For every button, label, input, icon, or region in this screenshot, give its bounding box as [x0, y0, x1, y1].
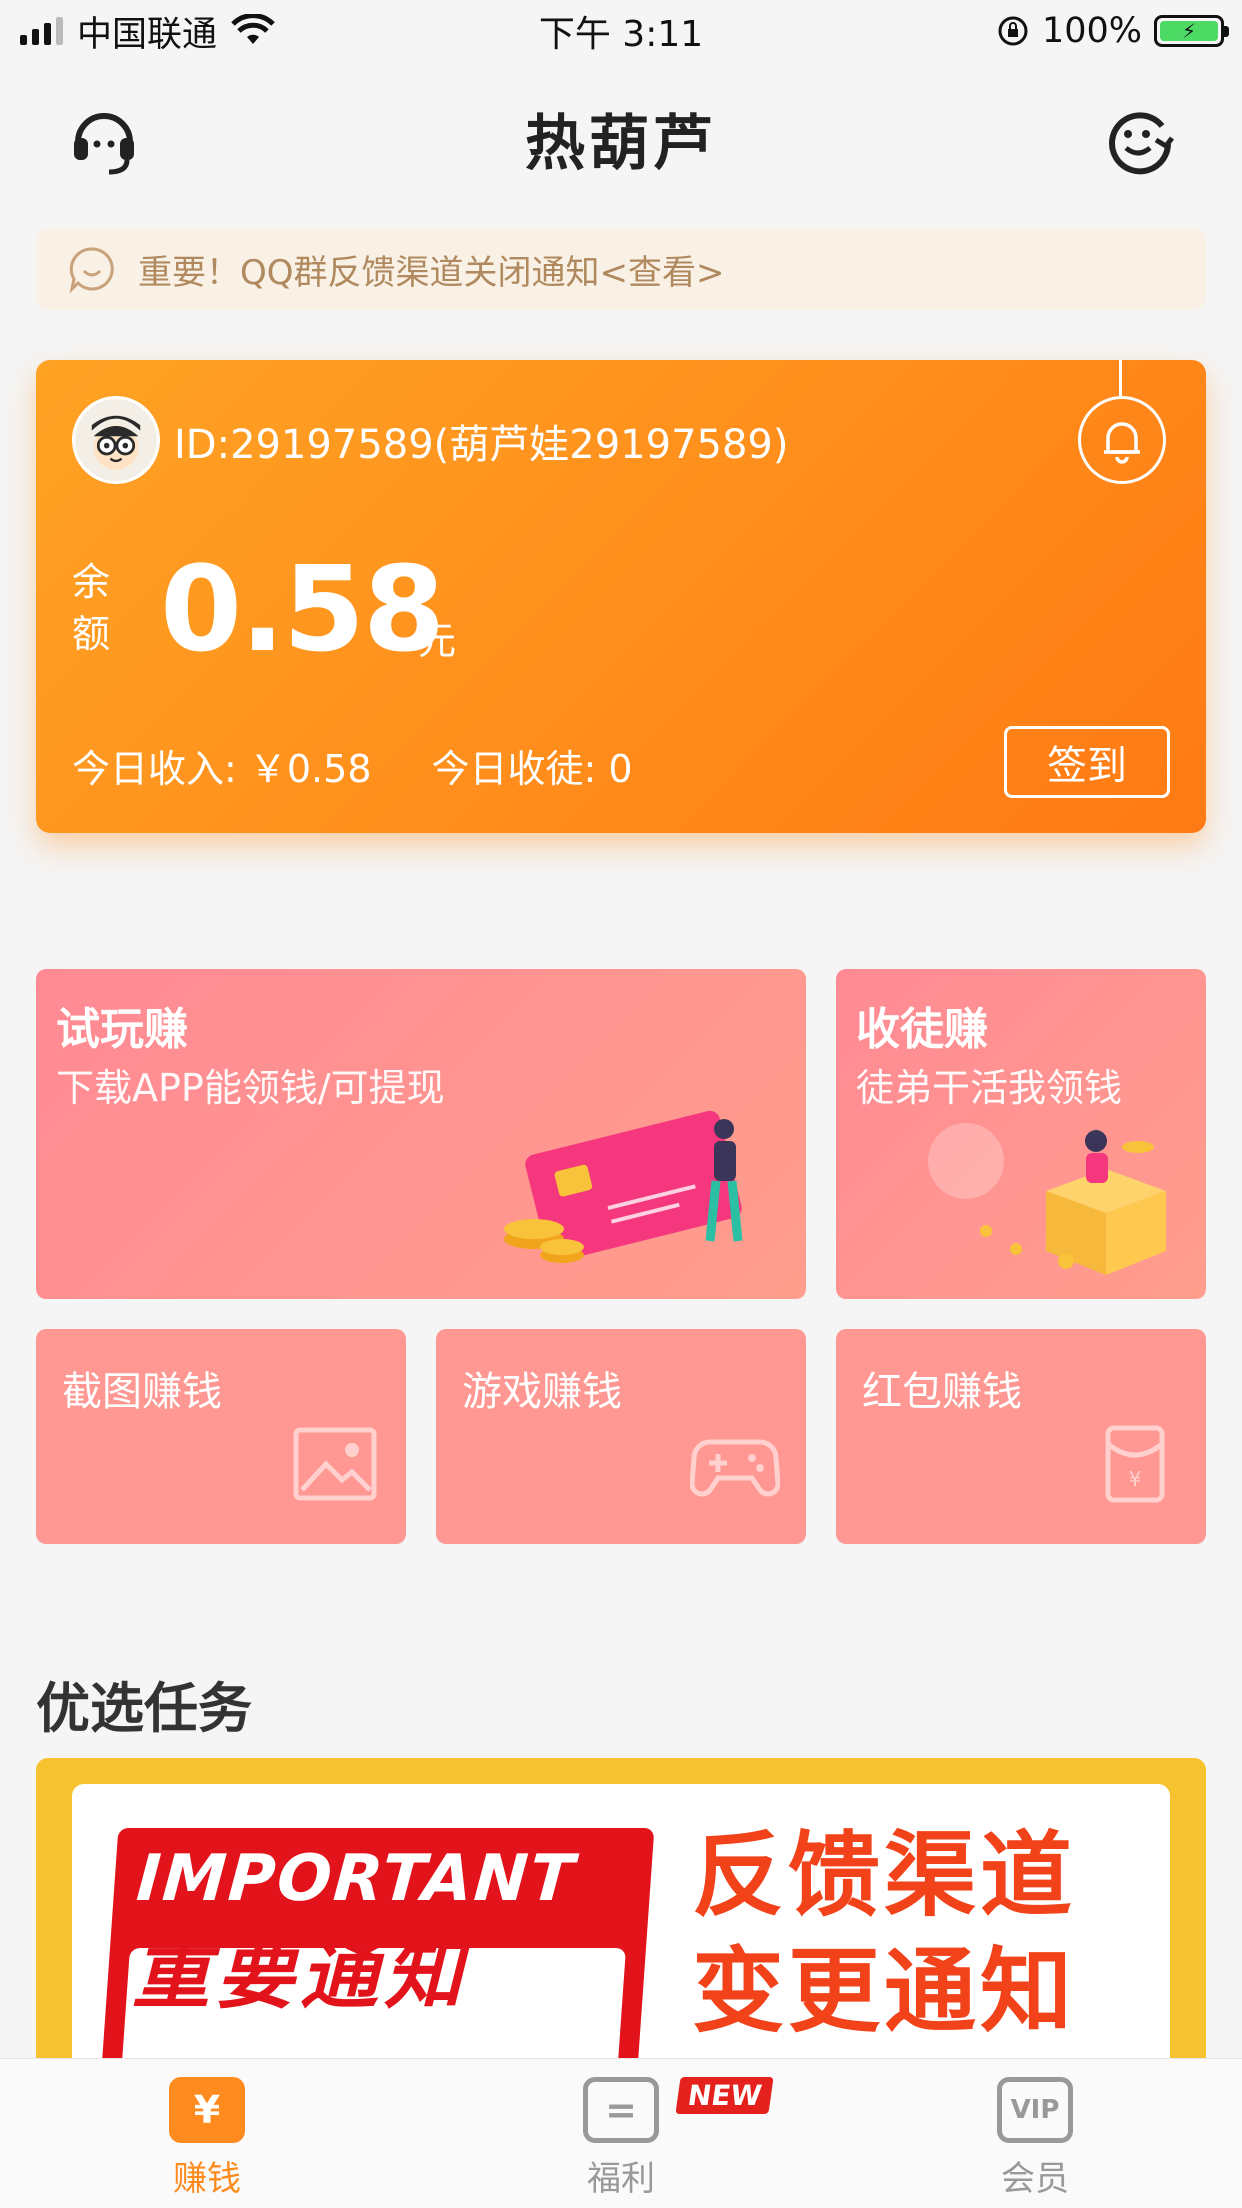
today-income: 今日收入: ￥0.58 [72, 747, 372, 791]
important-word: IMPORTANT [134, 1842, 579, 1916]
screenshot-earn-title: 截图赚钱 [62, 1369, 222, 1415]
status-bar: 中国联通 下午 3:11 100% ⚡ [0, 0, 1242, 62]
tab-welfare[interactable]: = NEW 福利 [414, 2059, 828, 2208]
banner-line-1: 反馈渠道 [692, 1822, 1077, 1929]
tab-earn-label: 赚钱 [173, 2159, 241, 2199]
avatar[interactable] [72, 396, 160, 484]
card-illustration [504, 1110, 743, 1263]
banner-content: IMPORTANT 重要通知 反馈渠道 变更通知 [72, 1784, 1170, 2058]
banner-headline: 反馈渠道 变更通知 [692, 1818, 1076, 2050]
trial-earn-subtitle: 下载APP能领钱/可提现 [56, 1066, 445, 1110]
trial-earn-title: 试玩赚 [56, 1004, 188, 1055]
tab-vip-label: 会员 [1001, 2159, 1069, 2199]
game-earn-title: 游戏赚钱 [462, 1369, 622, 1415]
tab-earn[interactable]: ¥ 赚钱 [0, 2059, 414, 2208]
today-stats: 今日收入: ￥0.58 今日收徒: 0 [72, 738, 633, 793]
banner-line-2: 变更通知 [692, 1938, 1077, 2045]
status-left: 中国联通 [20, 6, 275, 57]
user-id: ID:29197589(葫芦娃29197589) [174, 422, 789, 468]
bell-string [1119, 360, 1122, 396]
recruit-earn-tile[interactable]: 收徒赚 徒弟干活我领钱 [836, 969, 1206, 1299]
carrier-label: 中国联通 [77, 14, 218, 55]
trial-earn-tile[interactable]: 试玩赚 下载APP能领钱/可提现 [36, 969, 806, 1299]
checkin-button[interactable]: 签到 [1004, 726, 1170, 798]
notice-text: 重要！QQ群反馈渠道关闭通知<查看> [138, 252, 725, 293]
tab-vip[interactable]: VIP 会员 [828, 2059, 1242, 2208]
balance-value: 0.58 [160, 540, 445, 678]
new-badge: NEW [675, 2077, 775, 2114]
vip-icon: VIP [997, 2077, 1073, 2143]
tab-welfare-label: 福利 [587, 2159, 655, 2199]
svg-text:¥: ¥ [1129, 1467, 1142, 1491]
gamepad-icon [690, 1439, 780, 1497]
headset-icon[interactable] [66, 100, 142, 176]
chat-smile-icon [69, 247, 114, 293]
smiley-face-icon[interactable] [1100, 100, 1176, 176]
recruit-earn-title: 收徒赚 [856, 1004, 988, 1055]
notice-bar[interactable]: 重要！QQ群反馈渠道关闭通知<查看> [36, 228, 1206, 310]
image-icon [293, 1427, 377, 1501]
red-envelope-icon: ¥ [1105, 1425, 1165, 1503]
yen-ticket-icon: ¥ [169, 2077, 245, 2143]
red-envelope-earn-title: 红包赚钱 [862, 1369, 1022, 1415]
game-earn-tile[interactable]: 游戏赚钱 [436, 1329, 806, 1544]
balance-unit: 元 [418, 619, 457, 663]
status-right: 100% ⚡ [996, 11, 1229, 51]
tab-bar: ¥ 赚钱 = NEW 福利 VIP 会员 [0, 2058, 1242, 2208]
rotation-lock-icon [998, 16, 1028, 46]
screenshot-earn-tile[interactable]: 截图赚钱 [36, 1329, 406, 1544]
task-banner[interactable]: IMPORTANT 重要通知 反馈渠道 变更通知 [36, 1758, 1206, 2058]
bell-icon[interactable] [1078, 396, 1166, 484]
ticket-icon: = [583, 2077, 659, 2143]
box-illustration [928, 1123, 1166, 1275]
page-title: 热葫芦 [525, 108, 717, 179]
section-title: 优选任务 [36, 1677, 252, 1740]
important-notice-cn: 重要通知 [132, 1930, 469, 2020]
balance-label: 余额 [72, 560, 111, 656]
battery-icon: ⚡ [1154, 15, 1229, 47]
wifi-icon [231, 14, 275, 44]
balance-card: ID:29197589(葫芦娃29197589) 余额 0.58 元 今日收入:… [36, 360, 1206, 833]
nav-bar: 热葫芦 [0, 78, 1242, 198]
red-envelope-earn-tile[interactable]: 红包赚钱 ¥ [836, 1329, 1206, 1544]
signal-icon [20, 17, 63, 45]
battery-percent: 100% [1041, 11, 1142, 51]
today-disciples: 今日收徒: 0 [431, 747, 633, 791]
